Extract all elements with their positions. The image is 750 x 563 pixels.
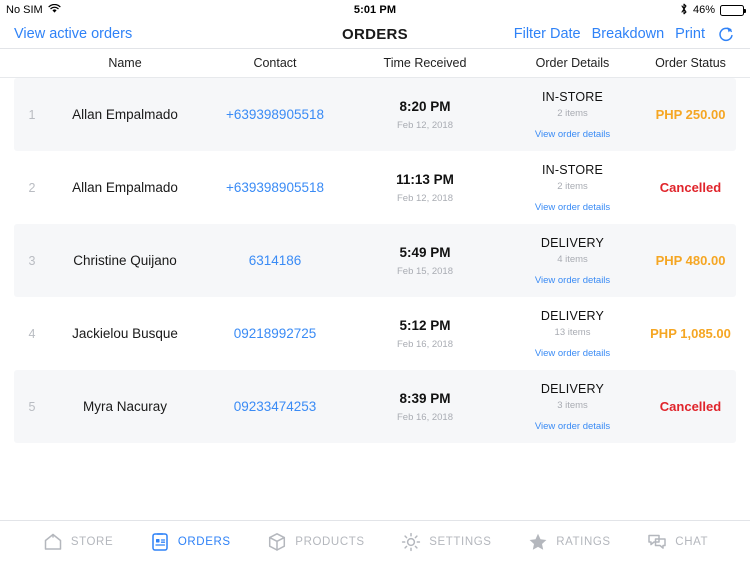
view-order-details-link[interactable]: View order details [500,275,645,286]
order-date: Feb 16, 2018 [397,411,453,423]
contact-number[interactable]: +639398905518 [200,180,350,195]
time-received: 5:49 PM Feb 15, 2018 [350,244,500,276]
row-index: 1 [28,107,36,122]
status-badge: Cancelled [659,399,722,414]
gear-icon [400,531,422,553]
column-header-time-received: Time Received [383,56,467,70]
bluetooth-icon [680,3,688,18]
filter-date-button[interactable]: Filter Date [514,26,581,42]
order-time: 8:20 PM [399,99,451,115]
status-badge: PHP 1,085.00 [650,326,731,341]
order-time: 8:39 PM [399,391,451,407]
order-date: Feb 16, 2018 [397,338,453,350]
table-row[interactable]: 3 Christine Quijano 6314186 5:49 PM Feb 15, … [14,224,736,297]
tab-label: RATINGS [556,536,611,548]
print-button[interactable]: Print [675,26,705,42]
view-order-details-link[interactable]: View order details [500,348,645,359]
order-details: DELIVERY 13 items View order details [500,308,645,359]
orders-table-body: 1 Allan Empalmado +639398905518 8:20 PM Feb … [0,78,750,443]
table-row[interactable]: 5 Myra Nacuray 09233474253 8:39 PM Feb 16, 2… [14,370,736,443]
tab-ratings[interactable]: RATINGS [527,531,610,553]
view-order-details-link[interactable]: View order details [500,421,645,432]
order-type: IN-STORE [541,162,604,177]
list-icon [149,531,171,553]
status-bar: No SIM 5:01 PM 46% [0,0,750,20]
tab-label: ORDERS [177,536,231,548]
bottom-tab-bar: STORE ORDERS PRODUCTS SETTINGS RATINGS CHAT [0,520,750,563]
table-header-row: Name Contact Time Received Order Details… [0,49,750,78]
order-item-count: 2 items [557,181,588,193]
customer-name: Myra Nacuray [82,399,168,414]
box-icon [266,531,288,553]
order-details: IN-STORE 2 items View order details [500,162,645,213]
order-item-count: 13 items [554,327,591,339]
order-item-count: 3 items [557,400,588,412]
order-item-count: 4 items [557,254,588,266]
battery-percent-label: 46% [692,4,715,16]
row-index: 3 [28,253,36,268]
status-badge: PHP 250.00 [655,107,726,122]
status-bar-right: 46% [680,3,746,18]
view-active-orders-link[interactable]: View active orders [14,26,132,42]
order-type: IN-STORE [541,89,604,104]
battery-icon [720,4,746,16]
customer-name: Allan Empalmado [72,180,178,195]
star-icon [527,531,549,553]
column-header-name: Name [108,56,142,70]
order-time: 5:12 PM [399,318,451,334]
time-received: 8:20 PM Feb 12, 2018 [350,98,500,130]
column-header-order-details: Order Details [535,56,610,70]
customer-name: Christine Quijano [73,253,177,268]
time-received: 5:12 PM Feb 16, 2018 [350,317,500,349]
contact-number[interactable]: 6314186 [200,253,350,268]
order-details: IN-STORE 2 items View order details [500,89,645,140]
status-badge: Cancelled [659,180,722,195]
column-header-contact: Contact [253,56,297,70]
view-order-details-link[interactable]: View order details [500,129,645,140]
order-date: Feb 12, 2018 [397,119,453,131]
chat-icon [646,531,668,553]
refresh-icon[interactable] [716,24,736,44]
time-received: 8:39 PM Feb 16, 2018 [350,390,500,422]
row-index: 5 [28,399,36,414]
order-time: 5:49 PM [399,245,451,261]
tab-chat[interactable]: CHAT [646,531,708,553]
tab-label: CHAT [675,536,709,548]
order-details: DELIVERY 3 items View order details [500,381,645,432]
contact-number[interactable]: 09218992725 [200,326,350,341]
table-row[interactable]: 2 Allan Empalmado +639398905518 11:13 PM Feb… [14,151,736,224]
tab-label: STORE [70,536,114,548]
order-date: Feb 15, 2018 [397,265,453,277]
home-icon [42,531,64,553]
customer-name: Allan Empalmado [72,107,178,122]
tab-label: PRODUCTS [295,536,365,548]
contact-number[interactable]: 09233474253 [200,399,350,414]
table-row[interactable]: 1 Allan Empalmado +639398905518 8:20 PM Feb … [14,78,736,151]
order-type: DELIVERY [540,381,605,396]
tab-orders[interactable]: ORDERS [149,531,231,553]
order-type: DELIVERY [540,235,605,250]
navigation-actions: Filter Date Breakdown Print [514,24,736,44]
time-received: 11:13 PM Feb 12, 2018 [350,171,500,203]
status-badge: PHP 480.00 [655,253,726,268]
order-details: DELIVERY 4 items View order details [500,235,645,286]
contact-number[interactable]: +639398905518 [200,107,350,122]
view-order-details-link[interactable]: View order details [500,202,645,213]
order-item-count: 2 items [557,108,588,120]
customer-name: Jackielou Busque [72,326,178,341]
order-date: Feb 12, 2018 [397,192,453,204]
tab-settings[interactable]: SETTINGS [400,531,491,553]
navigation-bar: View active orders ORDERS Filter Date Br… [0,20,750,49]
breakdown-button[interactable]: Breakdown [592,26,665,42]
status-bar-clock: 5:01 PM [353,4,397,16]
column-header-order-status: Order Status [655,56,726,70]
order-time: 11:13 PM [396,172,454,188]
tab-products[interactable]: PRODUCTS [266,531,364,553]
row-index: 4 [28,326,36,341]
tab-label: SETTINGS [429,536,492,548]
table-row[interactable]: 4 Jackielou Busque 09218992725 5:12 PM Feb 1… [14,297,736,370]
order-type: DELIVERY [540,308,605,323]
row-index: 2 [28,180,36,195]
tab-store[interactable]: STORE [42,531,113,553]
